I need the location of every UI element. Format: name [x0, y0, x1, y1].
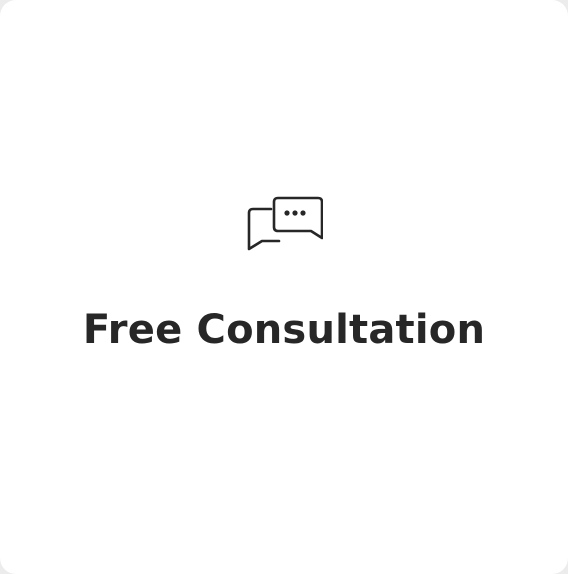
- chat-bubbles-icon: [245, 196, 323, 252]
- card-title: Free Consultation: [82, 307, 486, 353]
- service-card[interactable]: Free Consultation: [0, 0, 568, 574]
